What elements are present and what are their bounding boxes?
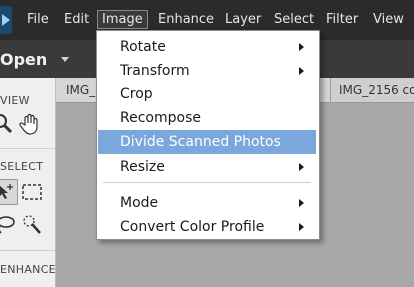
- tab-document-2[interactable]: IMG_2156 copy: [330, 78, 414, 102]
- app-logo-icon: [0, 6, 12, 34]
- menu-image[interactable]: Image: [97, 10, 148, 29]
- submenu-arrow-icon: [299, 67, 304, 75]
- menu-item-divide-scanned-photos[interactable]: Divide Scanned Photos: [98, 130, 316, 154]
- menu-item-mode[interactable]: Mode: [98, 191, 316, 215]
- menu-item-label: Recompose: [120, 110, 201, 126]
- submenu-arrow-icon: [299, 43, 304, 51]
- quick-selection-tool-icon[interactable]: [20, 212, 44, 236]
- open-button[interactable]: Open: [0, 50, 47, 69]
- image-menu-dropdown: Rotate Transform Crop Recompose Divide S…: [96, 30, 320, 240]
- menu-item-label: Rotate: [120, 39, 166, 55]
- menu-item-recompose[interactable]: Recompose: [98, 106, 316, 130]
- menu-edit[interactable]: Edit: [64, 12, 89, 27]
- menu-item-transform[interactable]: Transform: [98, 59, 316, 83]
- lasso-tool-icon[interactable]: [0, 212, 16, 236]
- submenu-arrow-icon: [299, 163, 304, 171]
- menu-file[interactable]: File: [27, 12, 49, 27]
- menu-layer[interactable]: Layer: [225, 12, 261, 27]
- menu-item-resize[interactable]: Resize: [98, 155, 316, 179]
- tools-divider: [0, 250, 55, 251]
- submenu-arrow-icon: [299, 199, 304, 207]
- menu-separator: [103, 182, 311, 183]
- hand-tool-icon[interactable]: [18, 112, 42, 136]
- menu-enhance[interactable]: Enhance: [158, 12, 214, 27]
- submenu-arrow-icon: [299, 223, 304, 231]
- zoom-tool-icon[interactable]: [0, 112, 14, 136]
- tools-section-select: SELECT: [0, 160, 44, 173]
- tools-section-view: VIEW: [0, 94, 30, 107]
- menu-item-label: Crop: [120, 86, 153, 102]
- menu-item-convert-color-profile[interactable]: Convert Color Profile: [98, 215, 316, 239]
- menu-item-label: Resize: [120, 159, 165, 175]
- menu-view[interactable]: View: [373, 12, 404, 27]
- tools-section-enhance: ENHANCE: [0, 263, 56, 276]
- menu-item-label: Transform: [120, 63, 190, 79]
- menu-item-crop[interactable]: Crop: [98, 82, 316, 106]
- open-dropdown-arrow-icon[interactable]: [61, 57, 69, 62]
- menu-item-label: Convert Color Profile: [120, 219, 265, 235]
- tools-panel: VIEW SELECT ENHANCE: [0, 78, 56, 287]
- menu-item-rotate[interactable]: Rotate: [98, 35, 316, 59]
- menu-select[interactable]: Select: [274, 12, 314, 27]
- menu-item-label: Divide Scanned Photos: [120, 134, 281, 150]
- marquee-tool-icon[interactable]: [20, 180, 44, 204]
- tools-divider: [0, 148, 55, 149]
- menu-item-label: Mode: [120, 195, 159, 211]
- move-tool-icon[interactable]: [0, 179, 18, 205]
- menu-filter[interactable]: Filter: [326, 12, 358, 27]
